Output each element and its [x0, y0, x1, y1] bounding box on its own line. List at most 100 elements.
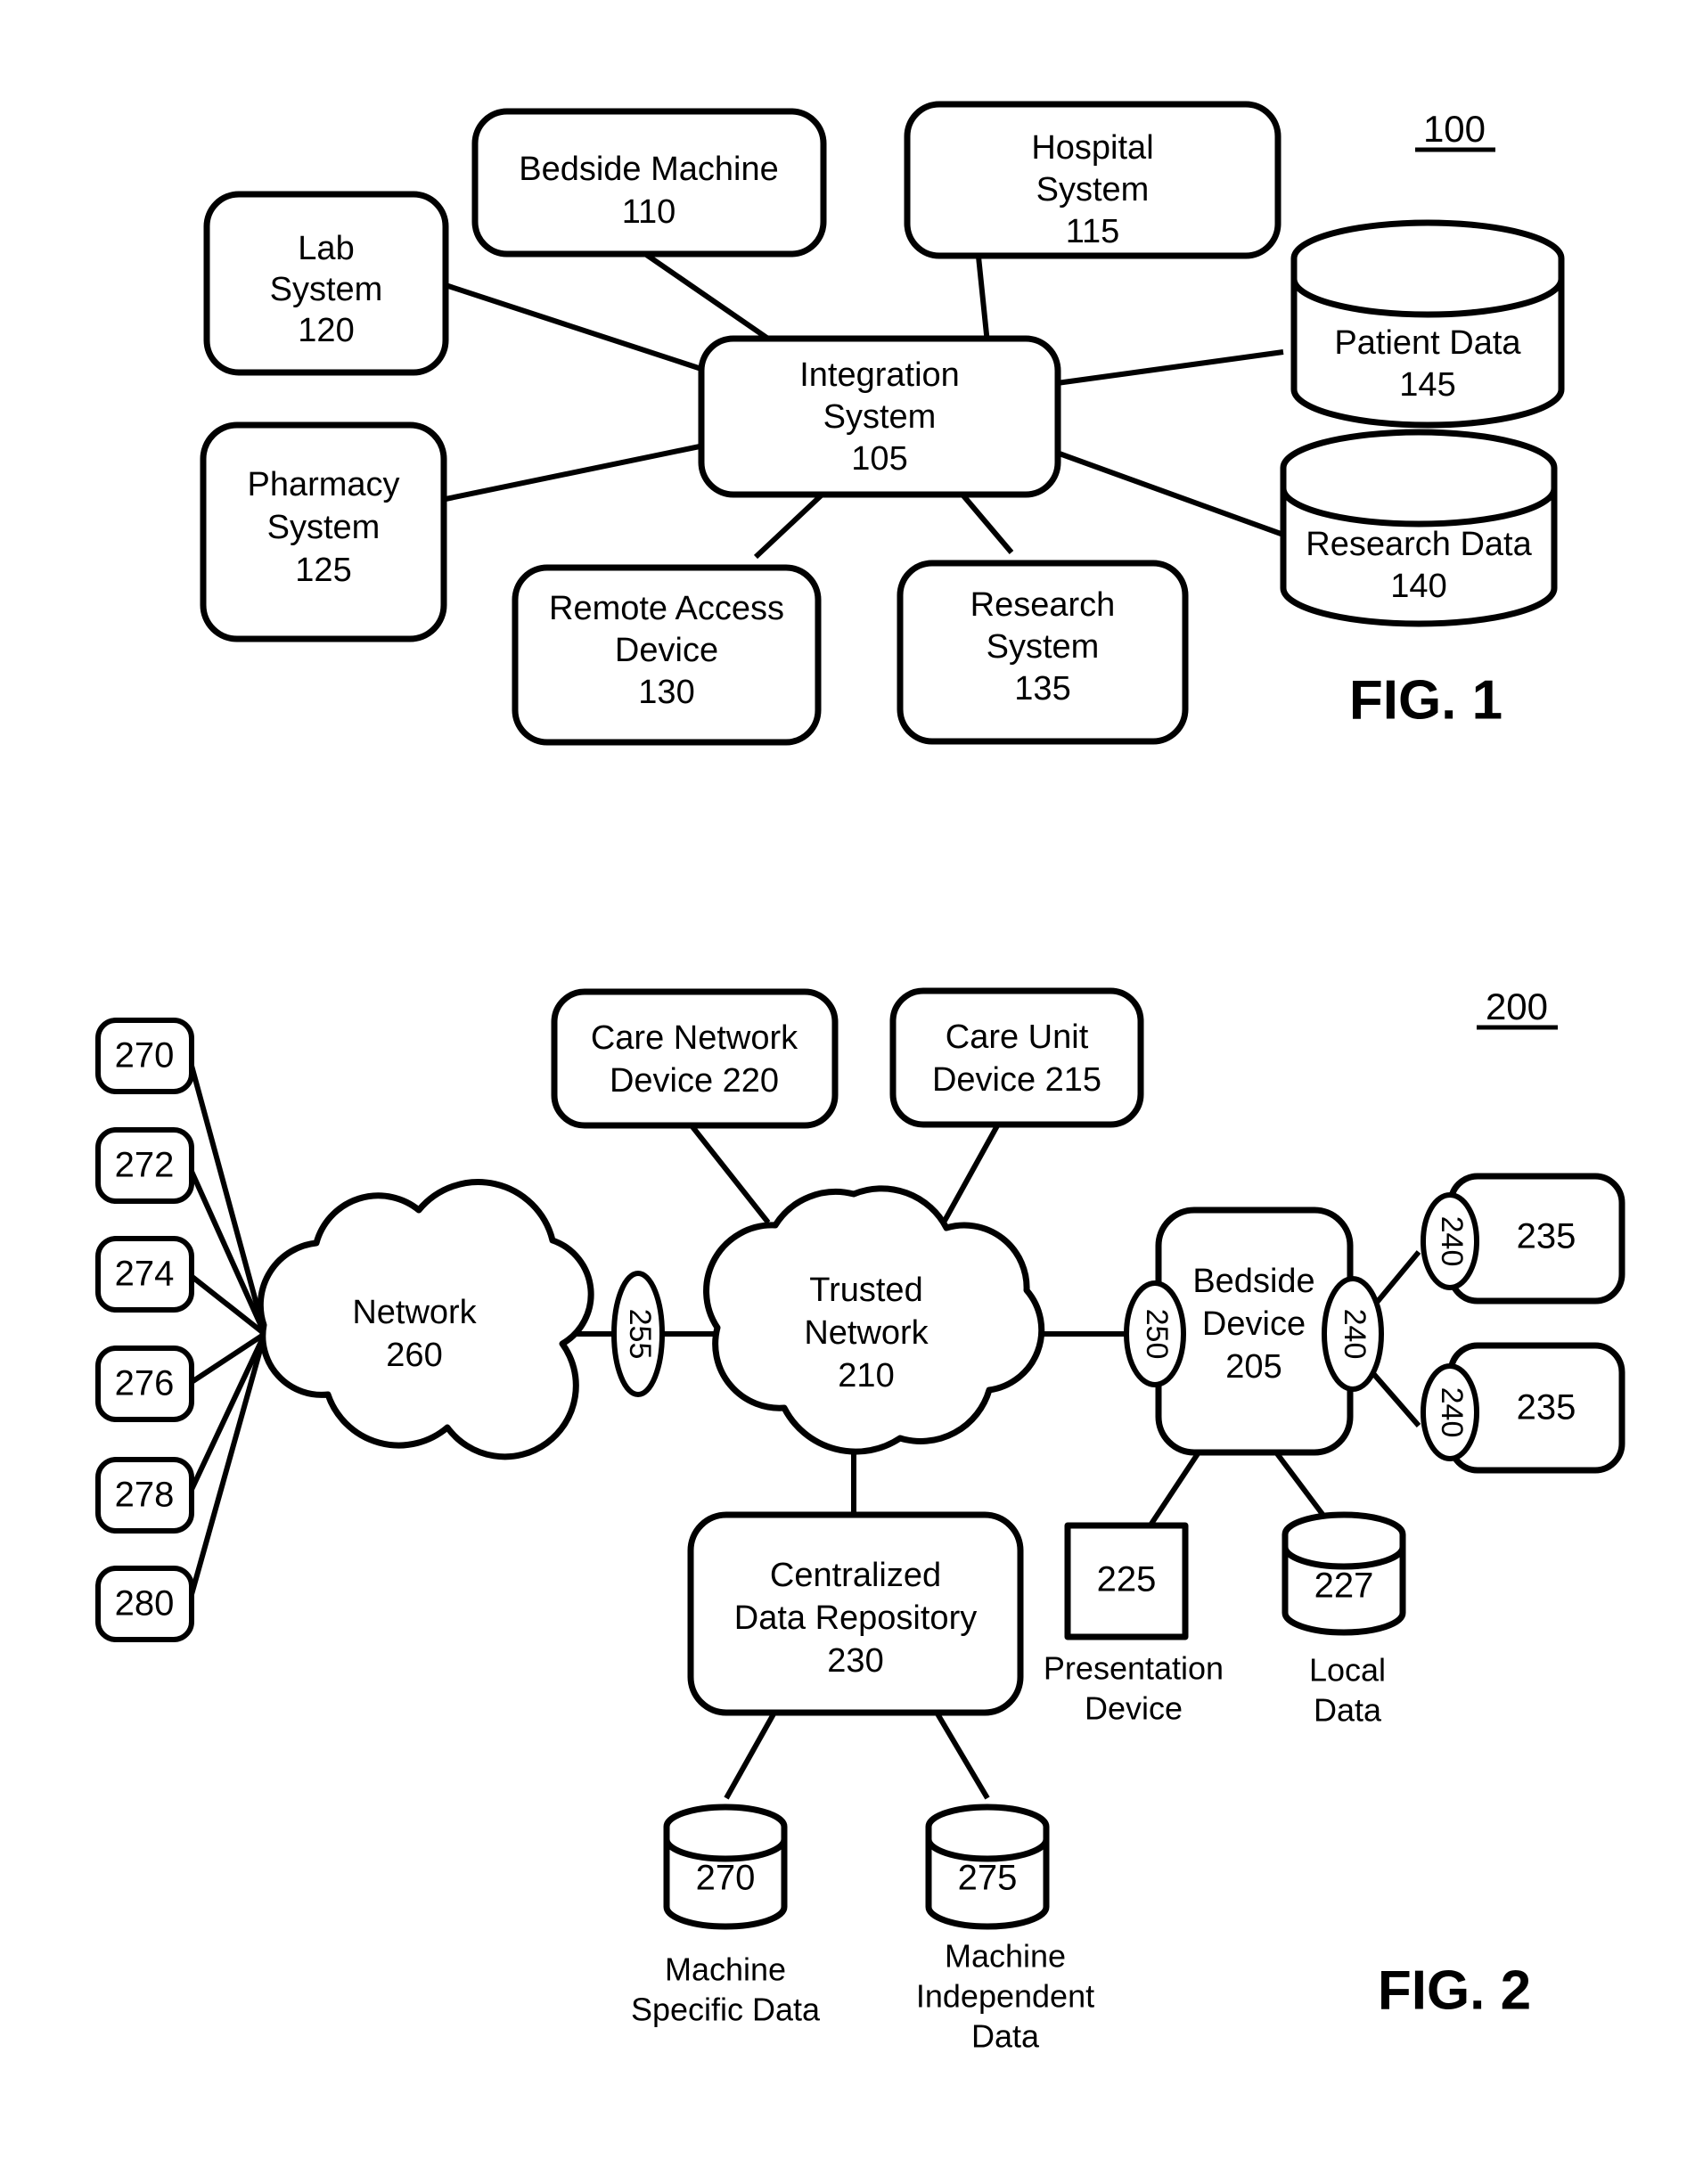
edge-research-data-to-integration [1055, 450, 1285, 537]
node-trusted-network-line-3: 210 [838, 1357, 894, 1395]
node-care-unit-device[interactable]: Care Unit Device 215 [889, 987, 1144, 1128]
node-machine-independent-data-caption-3: Data [971, 2018, 1040, 2055]
node-remote-access-device-line-1: Remote Access [549, 590, 784, 627]
node-hospital-system-line-2: System [1036, 171, 1150, 209]
edge-care-network-device-to-trusted-network [688, 1123, 771, 1224]
left-stack-item-274-label: 274 [115, 1255, 175, 1294]
port-255[interactable]: 255 [611, 1271, 665, 1397]
node-remote-access-device[interactable]: Remote Access Device 130 [512, 564, 822, 746]
edge-hospital-system-to-integration [976, 256, 990, 344]
figure-1-and-2-canvas: Lab System 120 Bedside Machine 110 Hospi… [95, 101, 1625, 2055]
node-research-system-line-1: Research [970, 586, 1116, 624]
node-machine-specific-data-caption-1: Machine [665, 1951, 786, 1988]
node-integration-system-line-2: System [823, 398, 937, 436]
left-stack-item-270-label: 270 [115, 1036, 175, 1076]
node-network-cloud-line-2: 260 [386, 1337, 442, 1374]
port-255-label: 255 [623, 1309, 657, 1360]
left-stack-item-276-label: 276 [115, 1364, 175, 1403]
node-bedside-device-line-2: Device [1202, 1305, 1306, 1343]
node-machine-specific-data[interactable]: 270 Machine Specific Data [631, 1804, 821, 2028]
node-bedside-device[interactable]: Bedside Device 205 [1155, 1207, 1354, 1456]
node-machine-specific-data-label: 270 [696, 1859, 756, 1898]
node-hospital-system[interactable]: Hospital System 115 [904, 101, 1281, 259]
node-integration-system-line-1: Integration [799, 356, 960, 394]
node-bedside-device-line-3: 205 [1225, 1348, 1281, 1386]
figure-1-reference-number: 100 [1415, 108, 1495, 152]
node-machine-independent-data-caption-2: Independent [916, 1978, 1094, 2015]
figure-2-caption: FIG. 2 [1378, 1959, 1531, 2021]
port-240-top[interactable]: 240 [1421, 1192, 1479, 1290]
node-research-system[interactable]: Research System 135 [897, 560, 1189, 745]
node-machine-independent-data-caption-1: Machine [945, 1938, 1066, 1975]
left-stack-item-278-label: 278 [115, 1476, 175, 1515]
left-stack-item-274[interactable]: 274 [95, 1236, 194, 1313]
edge-repository-to-machine-specific-data [724, 1709, 778, 1800]
node-presentation-device-caption-1: Presentation [1044, 1650, 1224, 1687]
left-stack-item-278[interactable]: 278 [95, 1457, 194, 1534]
node-peripheral-bottom-label: 235 [1517, 1388, 1576, 1427]
patent-figure-page: Lab System 120 Bedside Machine 110 Hospi… [0, 0, 1695, 2184]
node-trusted-network-line-2: Network [804, 1314, 929, 1352]
node-lab-system-line-1: Lab [298, 230, 354, 267]
node-centralized-data-repository[interactable]: Centralized Data Repository 230 [687, 1511, 1024, 1716]
node-centralized-data-repository-line-1: Centralized [770, 1557, 941, 1594]
node-machine-specific-data-caption-2: Specific Data [631, 1992, 821, 2028]
edge-bedside-machine-to-integration [643, 251, 779, 348]
figure-1-caption: FIG. 1 [1349, 669, 1503, 731]
node-patient-data-line-2: 145 [1399, 366, 1455, 404]
node-hospital-system-line-1: Hospital [1031, 129, 1153, 167]
figure-1-reference-number-text: 100 [1423, 108, 1486, 150]
edge-lab-system-to-integration [445, 282, 705, 372]
node-local-data-caption-1: Local [1309, 1652, 1386, 1689]
node-patient-data-line-1: Patient Data [1334, 324, 1521, 362]
node-remote-access-device-line-3: 130 [638, 674, 694, 711]
node-machine-independent-data[interactable]: 275 Machine Independent Data [916, 1804, 1094, 2055]
node-local-data[interactable]: 227 Local Data [1281, 1511, 1406, 1729]
node-patient-data[interactable]: Patient Data 145 [1290, 219, 1565, 429]
node-research-system-line-2: System [987, 628, 1100, 666]
node-care-network-device-line-1: Care Network [591, 1019, 798, 1057]
node-pharmacy-system-line-3: 125 [295, 552, 351, 589]
node-research-data[interactable]: Research Data 140 [1280, 429, 1558, 627]
node-network-cloud[interactable]: Network 260 [257, 1179, 594, 1460]
node-lab-system[interactable]: Lab System 120 [203, 191, 449, 376]
node-research-data-line-1: Research Data [1306, 526, 1532, 563]
left-stack-item-276[interactable]: 276 [95, 1346, 194, 1422]
node-machine-independent-data-label: 275 [958, 1859, 1018, 1898]
port-240-hub-label: 240 [1338, 1309, 1372, 1360]
edge-port-240-hub-to-port-240-bottom [1368, 1369, 1421, 1427]
port-240-top-label: 240 [1435, 1216, 1469, 1267]
port-240-hub[interactable]: 240 [1322, 1276, 1384, 1392]
node-care-unit-device-line-1: Care Unit [946, 1018, 1089, 1056]
node-remote-access-device-line-2: Device [615, 632, 718, 669]
figure-2-reference-number: 200 [1477, 986, 1558, 1030]
left-stack-item-280[interactable]: 280 [95, 1566, 194, 1642]
node-research-system-line-3: 135 [1014, 670, 1070, 708]
figure-2-reference-number-text: 200 [1486, 986, 1548, 1027]
left-stack-item-280-label: 280 [115, 1584, 175, 1624]
node-pharmacy-system[interactable]: Pharmacy System 125 [200, 421, 447, 642]
node-research-data-line-2: 140 [1390, 568, 1446, 605]
node-hospital-system-line-3: 115 [1066, 213, 1120, 250]
node-care-network-device[interactable]: Care Network Device 220 [551, 988, 839, 1129]
node-bedside-machine[interactable]: Bedside Machine 110 [471, 108, 827, 258]
port-240-bottom-label: 240 [1435, 1387, 1469, 1438]
node-network-cloud-line-1: Network [352, 1294, 477, 1331]
node-presentation-device[interactable]: 225 Presentation Device [1044, 1522, 1224, 1727]
edge-care-unit-device-to-trusted-network [942, 1119, 1003, 1223]
node-bedside-machine-line-1: Bedside Machine [519, 151, 779, 188]
node-trusted-network-cloud[interactable]: Trusted Network 210 [703, 1185, 1045, 1455]
node-centralized-data-repository-line-3: 230 [827, 1642, 883, 1680]
left-stack-item-272[interactable]: 272 [95, 1127, 194, 1204]
node-local-data-label: 227 [1314, 1566, 1374, 1606]
node-integration-system-line-3: 105 [851, 440, 907, 478]
edge-pharmacy-system-to-integration [445, 443, 705, 502]
edge-repository-to-machine-independent-data [933, 1709, 990, 1800]
node-centralized-data-repository-line-2: Data Repository [734, 1599, 977, 1637]
port-240-bottom[interactable]: 240 [1421, 1363, 1479, 1461]
node-integration-system[interactable]: Integration System 105 [698, 335, 1061, 498]
left-stack-item-270[interactable]: 270 [95, 1018, 194, 1094]
port-250[interactable]: 250 [1124, 1280, 1186, 1387]
node-care-network-device-shape [551, 988, 839, 1129]
node-lab-system-line-2: System [270, 271, 383, 308]
